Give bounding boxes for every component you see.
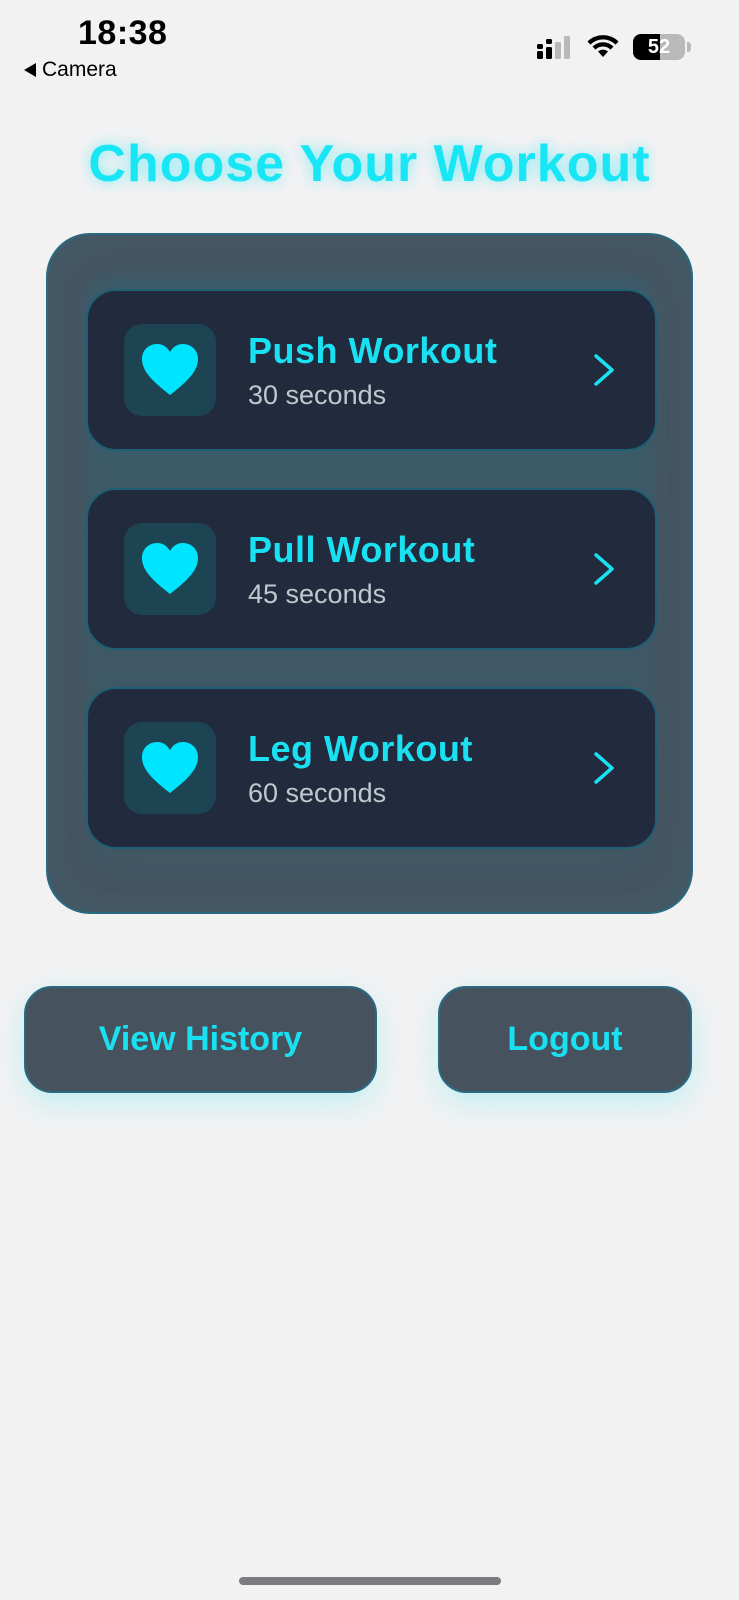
back-caret-icon bbox=[24, 63, 36, 77]
heart-icon bbox=[142, 344, 198, 395]
workout-duration: 45 seconds bbox=[248, 578, 387, 609]
workout-card-pull[interactable]: Pull Workout 45 seconds bbox=[86, 488, 657, 650]
cellular-signal-icon bbox=[537, 36, 570, 59]
chevron-right-icon bbox=[594, 553, 614, 585]
view-history-button[interactable]: View History bbox=[24, 986, 377, 1093]
status-time: 18:38 bbox=[78, 14, 168, 52]
page-title: Choose Your Workout bbox=[88, 135, 651, 193]
workout-title: Push Workout bbox=[248, 329, 498, 371]
workout-icon-box bbox=[124, 722, 216, 814]
workout-text: Leg Workout 60 seconds bbox=[248, 728, 593, 809]
workout-selection-screen: 18:38 Camera 52 Choose Your Workout Push… bbox=[0, 0, 739, 1600]
logout-button[interactable]: Logout bbox=[438, 986, 692, 1093]
heart-icon bbox=[142, 543, 198, 594]
battery-tip bbox=[687, 42, 691, 52]
workout-title: Pull Workout bbox=[248, 528, 476, 570]
wifi-icon bbox=[587, 35, 619, 57]
chevron-right-icon bbox=[594, 752, 614, 784]
back-to-camera-link[interactable]: Camera bbox=[24, 58, 117, 82]
battery-level: 52 bbox=[647, 35, 671, 58]
chevron-right-icon bbox=[594, 354, 614, 386]
home-indicator[interactable] bbox=[239, 1577, 501, 1585]
workout-icon-box bbox=[124, 523, 216, 615]
workout-text: Pull Workout 45 seconds bbox=[248, 529, 593, 610]
workout-text: Push Workout 30 seconds bbox=[248, 330, 593, 411]
back-label: Camera bbox=[42, 58, 117, 81]
battery-icon: 52 bbox=[633, 34, 691, 60]
workout-list-panel: Push Workout 30 seconds Pull Workout 45 … bbox=[46, 233, 693, 914]
workout-card-push[interactable]: Push Workout 30 seconds bbox=[86, 289, 657, 451]
workout-icon-box bbox=[124, 324, 216, 416]
workout-duration: 30 seconds bbox=[248, 379, 387, 410]
workout-duration: 60 seconds bbox=[248, 777, 387, 808]
workout-card-leg[interactable]: Leg Workout 60 seconds bbox=[86, 687, 657, 849]
workout-title: Leg Workout bbox=[248, 727, 473, 769]
heart-icon bbox=[142, 742, 198, 793]
status-icons: 52 bbox=[537, 34, 691, 60]
